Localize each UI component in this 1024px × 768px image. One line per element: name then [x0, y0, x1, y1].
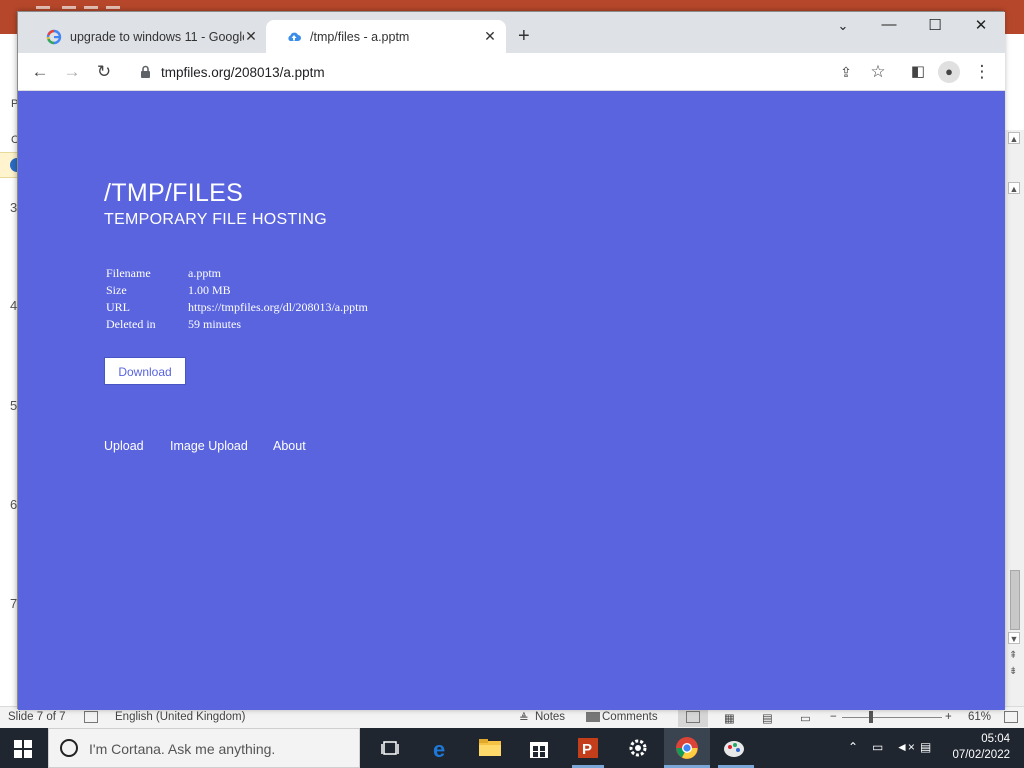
title-fragment [36, 6, 50, 9]
comments-button[interactable]: Comments [602, 711, 658, 723]
cortana-search-box[interactable]: I'm Cortana. Ask me anything. [48, 728, 360, 768]
cloud-upload-icon [288, 32, 301, 41]
info-value: a.pptm [188, 266, 221, 280]
page-subtitle: TEMPORARY FILE HOSTING [104, 211, 327, 228]
info-value: 59 minutes [188, 317, 241, 331]
info-key: Deleted in [106, 317, 156, 331]
edge-icon[interactable]: e [430, 736, 454, 760]
close-window-icon[interactable]: ✕ [966, 16, 996, 34]
zoom-level[interactable]: 61% [968, 711, 991, 723]
scroll-up-icon[interactable]: ▲ [1008, 182, 1020, 194]
show-hidden-icons-icon[interactable]: ⌃ [848, 740, 858, 754]
share-icon[interactable]: ⇪ [834, 61, 858, 83]
fit-to-window-icon[interactable] [1004, 711, 1018, 723]
title-fragment [62, 6, 76, 9]
lock-icon[interactable] [140, 65, 151, 79]
paint-icon[interactable] [722, 736, 746, 760]
scroll-up-icon[interactable]: ▲ [1008, 132, 1020, 144]
taskbar: I'm Cortana. Ask me anything. e P ⌃ ▭ ◄×… [0, 728, 1024, 768]
file-explorer-icon[interactable] [478, 736, 502, 760]
zoom-slider[interactable] [842, 717, 942, 718]
slideshow-icon[interactable]: ▭ [800, 711, 811, 725]
vertical-scrollbar[interactable]: ▲ ▲ ▼ ⇞ ⇟ [1004, 130, 1024, 708]
info-value[interactable]: https://tmpfiles.org/dl/208013/a.pptm [186, 299, 370, 316]
forward-icon[interactable]: → [60, 61, 84, 83]
title-fragment [106, 6, 120, 9]
minimize-icon[interactable]: — [874, 16, 904, 33]
task-view-icon[interactable] [380, 736, 404, 760]
clock-time: 05:04 [981, 733, 1010, 745]
spelling-check-icon[interactable] [84, 711, 98, 723]
table-row: URL https://tmpfiles.org/dl/208013/a.ppt… [104, 299, 370, 316]
close-tab-icon[interactable]: ✕ [482, 28, 498, 44]
table-row: Size 1.00 MB [104, 282, 370, 299]
bookmark-star-icon[interactable]: ☆ [866, 61, 890, 83]
notes-button[interactable]: Notes [535, 711, 565, 723]
zoom-in-icon[interactable]: + [945, 711, 952, 723]
tab-google-search[interactable]: upgrade to windows 11 - Google ✕ [26, 20, 266, 53]
svg-text:e: e [433, 737, 445, 760]
slide-indicator: Slide 7 of 7 [8, 711, 66, 723]
clock-date: 07/02/2022 [952, 749, 1010, 761]
tab-strip: upgrade to windows 11 - Google ✕ /tmp/fi… [18, 12, 1005, 53]
message-bar [0, 152, 24, 178]
zoom-out-icon[interactable]: − [830, 711, 837, 723]
reload-icon[interactable]: ↻ [92, 61, 116, 83]
action-center-icon[interactable]: ▤ [920, 740, 931, 754]
page-content: /TMP/FILES TEMPORARY FILE HOSTING Filena… [18, 91, 1005, 710]
tab-title: /tmp/files - a.pptm [310, 30, 410, 44]
tab-title: upgrade to windows 11 - Google [70, 30, 244, 44]
cortana-icon [60, 739, 78, 757]
previous-slide-icon[interactable]: ⇞ [1009, 650, 1017, 661]
zoom-slider-thumb[interactable] [869, 711, 873, 723]
nav-link-upload[interactable]: Upload [104, 439, 144, 453]
volume-muted-icon[interactable]: ◄× [896, 740, 915, 754]
side-panel-icon[interactable]: ◧ [906, 61, 930, 83]
comments-icon[interactable] [586, 712, 600, 722]
maximize-icon[interactable]: ☐ [920, 16, 950, 34]
nav-link-image-upload[interactable]: Image Upload [170, 439, 248, 453]
windows-start-icon[interactable] [14, 740, 32, 758]
chrome-icon[interactable] [675, 736, 699, 760]
info-key: URL [106, 300, 130, 314]
system-clock[interactable]: 05:04 07/02/2022 [952, 731, 1010, 763]
powerpoint-icon[interactable]: P [576, 736, 600, 760]
table-row: Filename a.pptm [104, 265, 370, 282]
scroll-thumb[interactable] [1010, 570, 1020, 630]
url-text[interactable]: tmpfiles.org/208013/a.pptm [161, 65, 325, 80]
info-key: Size [106, 283, 127, 297]
reading-view-icon[interactable]: ▤ [762, 711, 773, 725]
google-icon [46, 29, 62, 45]
normal-view-icon [686, 711, 700, 723]
download-button[interactable]: Download [104, 357, 186, 385]
tab-tmpfiles[interactable]: /tmp/files - a.pptm ✕ [266, 20, 506, 53]
address-bar[interactable]: tmpfiles.org/208013/a.pptm [128, 58, 893, 86]
next-slide-icon[interactable]: ⇟ [1009, 666, 1017, 677]
scroll-down-icon[interactable]: ▼ [1008, 632, 1020, 644]
slide-sorter-icon[interactable]: ▦ [724, 711, 735, 725]
page-title: /TMP/FILES [104, 179, 244, 207]
info-value: 1.00 MB [188, 283, 231, 297]
tab-search-icon[interactable]: ⌄ [828, 18, 858, 34]
browser-toolbar: ← → ↻ tmpfiles.org/208013/a.pptm ⇪ ☆ ◧ ●… [18, 53, 1005, 91]
svg-text:P: P [582, 741, 592, 758]
notes-icon[interactable]: ≜ [519, 711, 529, 725]
language-indicator[interactable]: English (United Kingdom) [115, 711, 245, 723]
close-tab-icon[interactable]: ✕ [243, 28, 259, 44]
cortana-placeholder: I'm Cortana. Ask me anything. [89, 741, 276, 757]
settings-gear-icon[interactable] [626, 736, 650, 760]
new-tab-icon[interactable]: + [518, 26, 530, 46]
info-key: Filename [106, 266, 151, 280]
title-fragment [84, 6, 98, 9]
file-info-table: Filename a.pptm Size 1.00 MB URL https:/… [104, 265, 370, 333]
network-icon[interactable]: ▭ [872, 740, 883, 754]
nav-link-about[interactable]: About [273, 439, 306, 453]
table-row: Deleted in 59 minutes [104, 316, 370, 333]
store-icon[interactable] [527, 736, 551, 760]
back-icon[interactable]: ← [28, 61, 52, 83]
chrome-window: upgrade to windows 11 - Google ✕ /tmp/fi… [17, 11, 1005, 710]
profile-avatar-icon[interactable]: ● [938, 61, 960, 83]
menu-kebab-icon[interactable]: ⋮ [970, 61, 994, 83]
